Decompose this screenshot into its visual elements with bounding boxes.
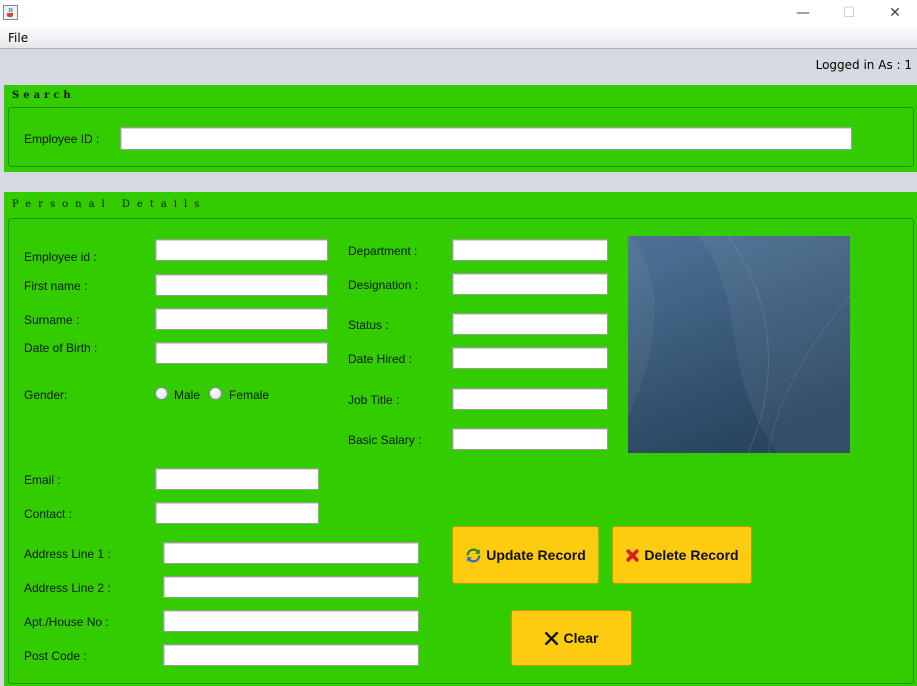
male-radio[interactable] (155, 387, 168, 400)
menu-bar: File (0, 28, 917, 49)
maximize-button[interactable]: ☐ (826, 0, 872, 28)
search-panel: Search Employee ID : (4, 85, 917, 172)
female-label[interactable]: Female (229, 388, 269, 402)
surname-input[interactable] (155, 308, 328, 330)
employee-photo[interactable] (628, 236, 850, 453)
address-line-1-input[interactable] (163, 542, 419, 564)
post-code-label: Post Code : (24, 649, 87, 663)
logged-in-status: Logged in As : 1 (815, 58, 912, 72)
menu-file[interactable]: File (8, 31, 28, 45)
update-record-label: Update Record (486, 547, 586, 563)
gender-label: Gender: (24, 388, 68, 402)
refresh-icon (466, 548, 481, 562)
address-line-2-label: Address Line 2 : (24, 581, 111, 595)
first-name-input[interactable] (155, 274, 328, 296)
title-bar: — ☐ ✕ (0, 0, 917, 28)
delete-record-label: Delete Record (644, 547, 739, 563)
address-line-1-label: Address Line 1 : (24, 547, 111, 561)
update-record-button[interactable]: Update Record (452, 526, 599, 584)
contact-label: Contact : (24, 507, 73, 521)
date-hired-label: Date Hired : (348, 352, 413, 366)
email-input[interactable] (155, 468, 319, 490)
employee-id-search-input[interactable] (120, 127, 852, 150)
red-x-icon (626, 548, 640, 562)
job-title-label: Job Title : (348, 393, 400, 407)
black-x-icon (545, 631, 559, 645)
dob-input[interactable] (155, 342, 328, 364)
contact-input[interactable] (155, 502, 319, 524)
clear-button[interactable]: Clear (511, 610, 632, 666)
status-input[interactable] (452, 313, 608, 335)
employee-id-search-label: Employee ID : (24, 132, 100, 146)
basic-salary-input[interactable] (452, 428, 608, 450)
post-code-input[interactable] (163, 644, 419, 666)
date-hired-input[interactable] (452, 347, 608, 369)
email-label: Email : (24, 473, 61, 487)
job-title-input[interactable] (452, 388, 608, 410)
employee-id-label: Employee id : (24, 250, 97, 264)
java-cup-icon (3, 5, 18, 20)
delete-record-button[interactable]: Delete Record (612, 526, 752, 584)
dob-label: Date of Birth : (24, 341, 98, 355)
status-label: Status : (348, 318, 389, 332)
address-line-2-input[interactable] (163, 576, 419, 598)
apt-house-no-label: Apt./House No : (24, 615, 109, 629)
female-radio[interactable] (209, 387, 222, 400)
department-input[interactable] (452, 239, 608, 261)
employee-id-input[interactable] (155, 239, 328, 261)
male-label[interactable]: Male (174, 388, 200, 402)
minimize-button[interactable]: — (780, 0, 826, 28)
first-name-label: First name : (24, 279, 88, 293)
designation-input[interactable] (452, 273, 608, 295)
department-label: Department : (348, 244, 418, 258)
personal-details-panel: Personal Details Employee id : First nam… (4, 192, 917, 686)
apt-house-no-input[interactable] (163, 610, 419, 632)
clear-label: Clear (563, 630, 599, 646)
designation-label: Designation : (348, 278, 419, 292)
search-legend: Search (12, 90, 75, 101)
close-button[interactable]: ✕ (872, 0, 917, 28)
surname-label: Surname : (24, 313, 80, 327)
personal-details-legend: Personal Details (12, 199, 207, 210)
basic-salary-label: Basic Salary : (348, 433, 422, 447)
